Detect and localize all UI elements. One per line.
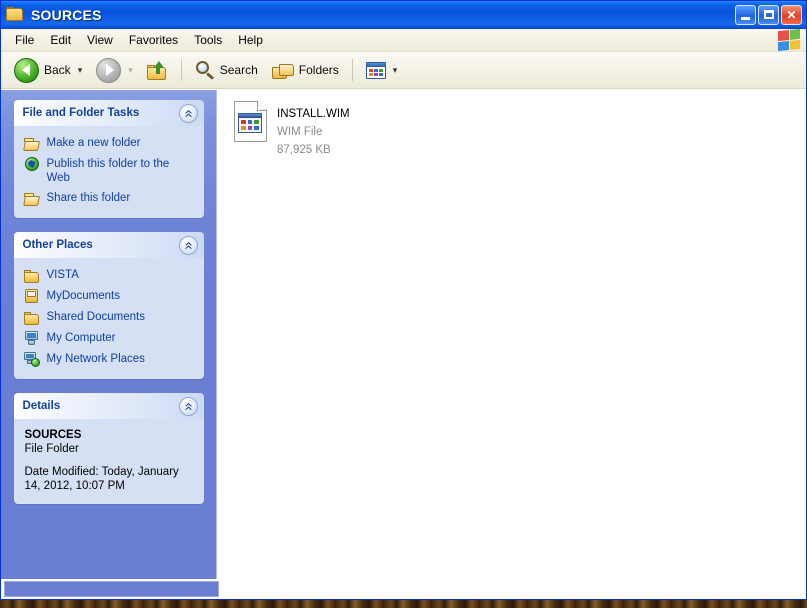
file-size: 87,925 KB: [277, 144, 331, 156]
panel-title: Details: [22, 400, 61, 412]
publish-globe-icon: [24, 157, 40, 172]
magnifier-icon: [195, 60, 215, 80]
place-label: Shared Documents: [46, 311, 145, 323]
window-controls: ✕: [735, 5, 804, 25]
list-item[interactable]: INSTALL.WIM WIM File 87,925 KB: [229, 98, 425, 161]
back-button-label: Back: [44, 63, 71, 77]
menu-item-view[interactable]: View: [79, 31, 121, 49]
task-publish-folder-to-web[interactable]: Publish this folder to the Web: [24, 154, 196, 188]
double-chevron-up-icon[interactable]: [178, 103, 198, 123]
place-vista[interactable]: VISTA: [23, 265, 196, 286]
task-label: Publish this folder to the Web: [46, 158, 170, 184]
network-places-icon: [23, 352, 40, 367]
details-type: File Folder: [24, 443, 79, 455]
maximize-button[interactable]: [758, 5, 779, 25]
task-label: Share this folder: [46, 192, 131, 204]
panel-header[interactable]: File and Folder Tasks: [13, 100, 204, 126]
file-meta: INSTALL.WIM WIM File 87,925 KB: [277, 101, 350, 158]
panel-body: Make a new folder Publish this folder to…: [13, 126, 204, 218]
folder-icon: [6, 7, 25, 23]
file-type: WIM File: [277, 126, 323, 138]
task-label: Make a new folder: [46, 137, 141, 149]
up-button[interactable]: [140, 57, 175, 84]
place-label: MyDocuments: [46, 290, 121, 302]
chevron-down-icon[interactable]: ▾: [78, 65, 83, 76]
folders-icon: [271, 61, 294, 80]
search-button[interactable]: Search: [188, 56, 265, 84]
views-icon: [365, 61, 386, 79]
place-my-network-places[interactable]: My Network Places: [23, 349, 196, 370]
double-chevron-up-icon[interactable]: [178, 396, 198, 416]
place-mydocuments[interactable]: MyDocuments: [24, 286, 196, 307]
details-date-modified: Date Modified: Today, January 14, 2012, …: [24, 466, 179, 492]
toolbar-separator: [351, 59, 353, 81]
chevron-down-icon: ▾: [128, 64, 133, 75]
panel-details: Details SOURCES File Folder Date Modifie…: [13, 393, 204, 504]
folders-button-label: Folders: [298, 63, 339, 77]
computer-icon: [24, 331, 40, 346]
panel-file-and-folder-tasks: File and Folder Tasks Make a new folder: [13, 100, 204, 218]
generic-file-icon: [234, 101, 267, 142]
panel-header[interactable]: Details: [13, 393, 204, 419]
place-shared-documents[interactable]: Shared Documents: [23, 307, 196, 328]
menubar: File Edit View Favorites Tools Help: [1, 28, 806, 52]
window-title: SOURCES: [31, 7, 102, 23]
menu-item-file[interactable]: File: [7, 31, 42, 49]
task-pane-sidebar: File and Folder Tasks Make a new folder: [1, 90, 216, 579]
folder-icon: [23, 268, 40, 283]
menu-item-edit[interactable]: Edit: [42, 31, 79, 49]
forward-arrow-icon: [96, 57, 122, 83]
share-folder-icon: [22, 191, 40, 206]
chevron-down-icon[interactable]: ▾: [393, 65, 398, 76]
documents-icon: [24, 289, 40, 304]
task-make-new-folder[interactable]: Make a new folder: [22, 133, 196, 154]
panel-title: File and Folder Tasks: [22, 107, 140, 119]
task-share-this-folder[interactable]: Share this folder: [22, 188, 196, 209]
new-folder-icon: [22, 136, 40, 151]
window-body: File and Folder Tasks Make a new folder: [1, 89, 806, 579]
panel-body: SOURCES File Folder Date Modified: Today…: [13, 419, 204, 504]
place-label: VISTA: [46, 269, 79, 281]
place-my-computer[interactable]: My Computer: [24, 328, 196, 349]
panel-title: Other Places: [22, 239, 93, 251]
search-button-label: Search: [219, 63, 258, 77]
menu-item-tools[interactable]: Tools: [186, 31, 230, 49]
menu-item-help[interactable]: Help: [230, 31, 271, 49]
double-chevron-up-icon[interactable]: [178, 235, 198, 255]
statusbar: [1, 579, 806, 599]
statusbar-left-pane: [4, 581, 219, 597]
views-button[interactable]: ▾: [359, 58, 405, 83]
minimize-button[interactable]: [735, 5, 756, 25]
statusbar-right-pane: [219, 581, 804, 597]
toolbar: Back ▾ ▾ Search Folders ▾: [1, 52, 806, 89]
panel-other-places: Other Places VISTA MyDocuments Shared Do…: [13, 232, 204, 379]
close-button[interactable]: ✕: [781, 5, 802, 25]
file-list-view[interactable]: INSTALL.WIM WIM File 87,925 KB: [216, 90, 806, 579]
file-name: INSTALL.WIM: [277, 108, 350, 120]
back-arrow-icon: [14, 57, 39, 83]
details-name: SOURCES: [24, 429, 82, 441]
forward-button[interactable]: ▾: [89, 54, 140, 87]
folders-button[interactable]: Folders: [265, 57, 346, 84]
window-titlebar[interactable]: SOURCES ✕: [1, 1, 806, 29]
place-label: My Computer: [46, 332, 116, 344]
panel-body: VISTA MyDocuments Shared Documents My Co…: [13, 258, 204, 379]
windows-flag-icon: [778, 28, 800, 52]
folder-icon: [23, 310, 40, 325]
explorer-window: SOURCES ✕ File Edit View Favorites Tools…: [0, 0, 807, 600]
menu-item-favorites[interactable]: Favorites: [121, 31, 186, 49]
panel-header[interactable]: Other Places: [13, 232, 204, 258]
place-label: My Network Places: [46, 353, 145, 365]
toolbar-separator: [180, 59, 182, 81]
up-folder-icon: [146, 60, 168, 80]
back-button[interactable]: Back ▾: [7, 54, 89, 87]
